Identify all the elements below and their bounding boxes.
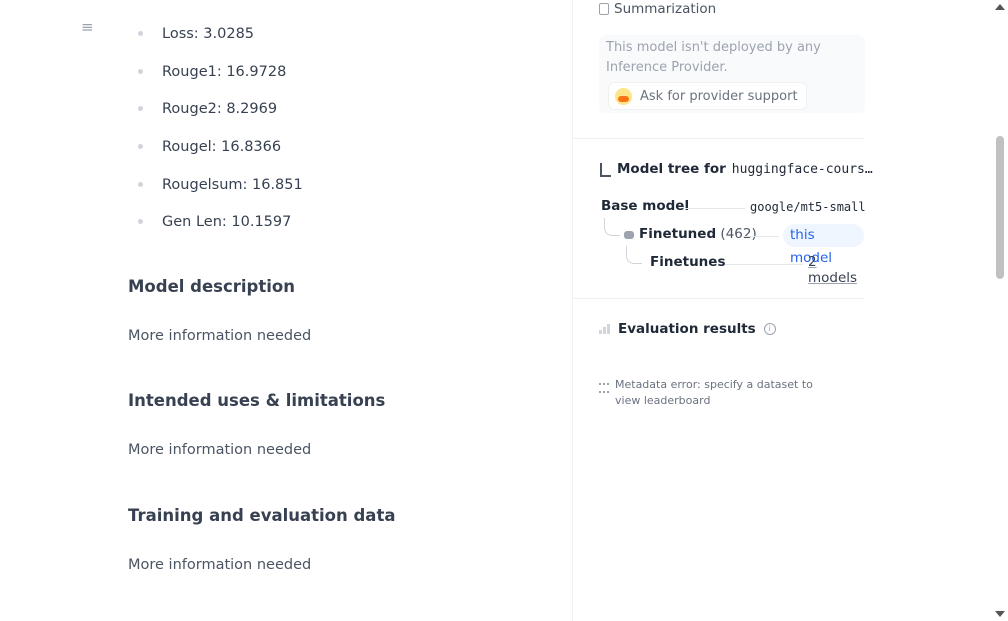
eval-title-label: Evaluation results bbox=[618, 321, 756, 337]
section-heading: Intended uses & limitations bbox=[128, 391, 386, 410]
finetune-icon bbox=[624, 231, 634, 239]
list-item: Rougel: 16.8366 bbox=[128, 137, 303, 175]
section-intended-uses: Intended uses & limitations More informa… bbox=[128, 390, 385, 460]
list-item: Rouge2: 8.2969 bbox=[128, 99, 303, 137]
metrics-list: Loss: 3.0285 Rouge1: 16.9728 Rouge2: 8.2… bbox=[128, 24, 303, 250]
scroll-up-icon[interactable] bbox=[995, 4, 1005, 10]
base-model-label: Base model bbox=[601, 198, 690, 214]
divider bbox=[685, 208, 745, 209]
list-item: Rougelsum: 16.851 bbox=[128, 175, 303, 213]
tree-title-prefix: Model tree for bbox=[617, 161, 726, 177]
finetunes-link[interactable]: 2 models bbox=[808, 254, 864, 286]
section-model-description: Model description More information neede… bbox=[128, 276, 311, 346]
divider bbox=[725, 264, 803, 265]
list-item: Rouge1: 16.9728 bbox=[128, 62, 303, 100]
base-model-link[interactable]: google/mt5-small bbox=[750, 199, 866, 215]
section-heading: Model description bbox=[128, 277, 295, 296]
finetuned-count: (462) bbox=[720, 226, 757, 242]
section-heading: Training and evaluation data bbox=[128, 506, 396, 525]
model-tree-title: Model tree for huggingface-cours… bbox=[599, 161, 873, 177]
list-item: Loss: 3.0285 bbox=[128, 24, 303, 62]
finetunes-label: Finetunes bbox=[650, 254, 726, 270]
base-model-row: Base model bbox=[601, 198, 689, 214]
ask-provider-button[interactable]: Ask for provider support bbox=[608, 82, 807, 110]
inference-provider-box: This model isn't deployed by any Inferen… bbox=[599, 35, 865, 113]
hugging-face-icon bbox=[615, 87, 632, 105]
divider bbox=[573, 298, 865, 299]
inference-message: This model isn't deployed by any Inferen… bbox=[606, 40, 821, 75]
divider bbox=[573, 138, 865, 139]
menu-icon[interactable]: ≡ bbox=[81, 19, 97, 35]
list-icon bbox=[599, 383, 609, 393]
metadata-error: Metadata error: specify a dataset to vie… bbox=[599, 377, 835, 409]
list-item: Gen Len: 10.1597 bbox=[128, 212, 303, 250]
tree-connector bbox=[626, 246, 642, 264]
section-body: More information needed bbox=[128, 442, 312, 458]
info-icon[interactable]: i bbox=[763, 323, 776, 335]
task-label: Summarization bbox=[614, 1, 717, 17]
ask-provider-label: Ask for provider support bbox=[640, 88, 798, 104]
evaluation-results-title: Evaluation results i bbox=[599, 321, 776, 337]
copy-icon bbox=[599, 3, 609, 15]
task-tag[interactable]: Summarization bbox=[599, 1, 716, 17]
section-body: More information needed bbox=[128, 328, 312, 344]
model-sidebar: Summarization This model isn't deployed … bbox=[572, 0, 873, 621]
bar-chart-icon bbox=[599, 324, 610, 334]
tree-connector bbox=[604, 218, 620, 236]
base-model-value: google/mt5-small bbox=[750, 200, 866, 214]
scrollbar-thumb[interactable] bbox=[996, 136, 1004, 279]
finetuned-row: Finetuned (462) bbox=[639, 226, 757, 242]
tree-icon bbox=[599, 162, 611, 177]
metadata-error-text: Metadata error: specify a dataset to vie… bbox=[615, 378, 813, 407]
scrollbar[interactable] bbox=[991, 0, 1008, 621]
section-body: More information needed bbox=[128, 557, 312, 573]
finetunes-row: Finetunes bbox=[650, 254, 725, 270]
this-model-badge[interactable]: this model bbox=[783, 224, 864, 266]
scroll-down-icon[interactable] bbox=[995, 611, 1005, 617]
section-training-data: Training and evaluation data More inform… bbox=[128, 505, 395, 575]
tree-model-name: huggingface-cours… bbox=[731, 161, 873, 177]
divider bbox=[743, 236, 779, 237]
finetuned-label: Finetuned bbox=[639, 226, 717, 242]
